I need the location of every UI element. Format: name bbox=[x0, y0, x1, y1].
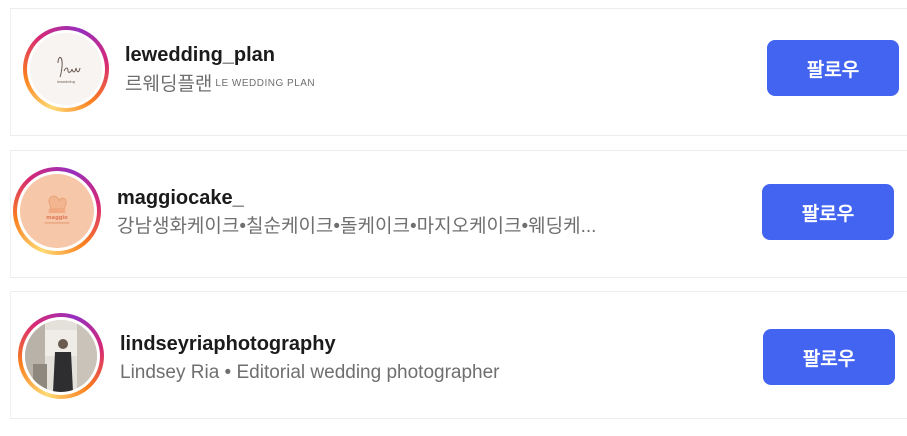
subtitle-small: LE WEDDING PLAN bbox=[215, 78, 316, 89]
avatar bbox=[25, 320, 97, 392]
follow-button[interactable]: 팔로우 bbox=[763, 329, 895, 385]
account-subtitle: 르웨딩플랜 LE WEDDING PLAN bbox=[125, 71, 315, 98]
svg-text:maggio: maggio bbox=[46, 215, 68, 221]
follow-button[interactable]: 팔로우 bbox=[762, 184, 894, 240]
avatar: maggio bbox=[20, 174, 94, 248]
lewedding-logo-icon: lewedding bbox=[57, 57, 81, 84]
username[interactable]: maggiocake_ bbox=[117, 186, 596, 210]
avatar-story-ring[interactable]: lewedding bbox=[23, 26, 109, 112]
follow-button[interactable]: 팔로우 bbox=[767, 40, 899, 96]
avatar: lewedding bbox=[30, 33, 102, 105]
account-card: maggio maggiocake_ 강남생화케이크•칠순케이크•돌케이크•마지… bbox=[10, 150, 907, 278]
account-card: lewedding lewedding_plan 르웨딩플랜 LE WEDDING… bbox=[10, 8, 907, 136]
account-card: lindseyriaphotography Lindsey Ria • Edit… bbox=[10, 291, 907, 419]
avatar-story-ring[interactable]: maggio bbox=[13, 167, 101, 255]
username[interactable]: lewedding_plan bbox=[125, 43, 315, 67]
subtitle-main: 르웨딩플랜 bbox=[125, 74, 213, 95]
account-subtitle: Lindsey Ria • Editorial wedding photogra… bbox=[120, 362, 500, 383]
svg-text:lewedding: lewedding bbox=[57, 80, 75, 84]
maggio-cake-logo-icon: maggio bbox=[44, 195, 70, 224]
account-subtitle: 강남생화케이크•칠순케이크•돌케이크•마지오케이크•웨딩케... bbox=[117, 216, 597, 237]
photographer-photo-icon bbox=[25, 320, 97, 392]
suggested-accounts-list: lewedding lewedding_plan 르웨딩플랜 LE WEDDING… bbox=[0, 0, 907, 436]
username[interactable]: lindseyriaphotography bbox=[120, 332, 500, 356]
avatar-story-ring[interactable] bbox=[18, 313, 104, 399]
